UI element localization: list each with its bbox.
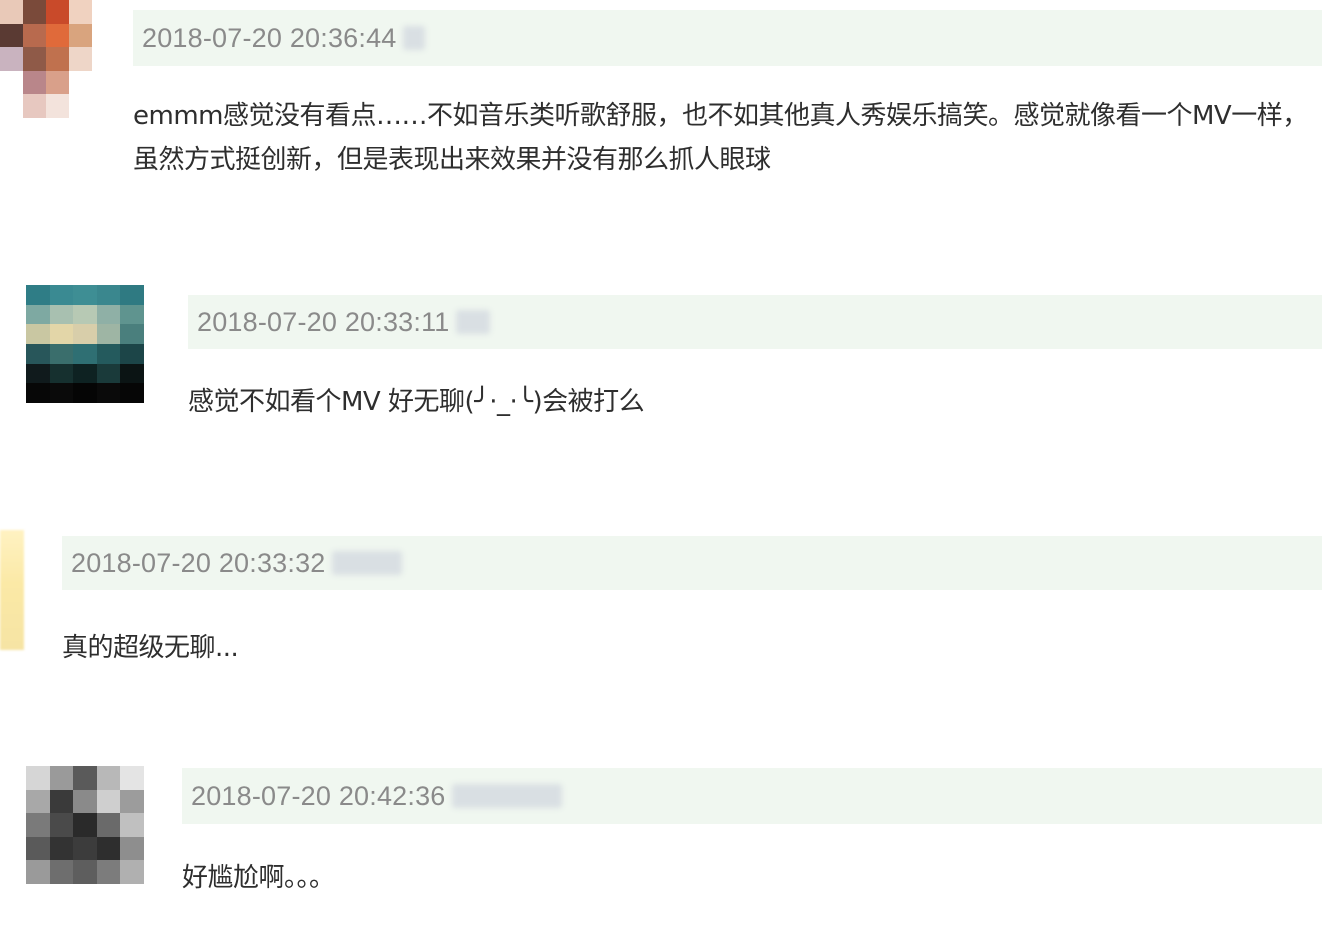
avatar[interactable]: [26, 766, 144, 884]
comment-timestamp: 2018-07-20 20:33:11: [197, 306, 450, 337]
comment-text: 真的超级无聊...: [62, 633, 239, 663]
comment-header: 2018-07-20 20:36:44: [133, 10, 1322, 66]
username-blurred[interactable]: [331, 551, 402, 575]
comment-text: emmm感觉没有看点……不如音乐类听歌舒服，也不如其他真人秀娱乐搞笑。感觉就像看…: [133, 101, 1308, 175]
avatar[interactable]: [26, 285, 144, 403]
comment-timestamp: 2018-07-20 20:42:36: [191, 780, 446, 811]
comment-header: 2018-07-20 20:42:36: [182, 768, 1322, 824]
username-blurred[interactable]: [402, 26, 425, 50]
avatar-edge: [0, 530, 24, 650]
username-blurred[interactable]: [451, 784, 562, 808]
comment-timestamp: 2018-07-20 20:36:44: [142, 22, 397, 53]
avatar[interactable]: [0, 0, 92, 118]
comment-text: 感觉不如看个MV 好无聊(╯·_·╰)会被打么: [188, 387, 645, 417]
comment-text: 好尴尬啊。。。: [182, 863, 335, 893]
comment-header: 2018-07-20 20:33:11: [188, 295, 1322, 349]
comment-header: 2018-07-20 20:33:32: [62, 536, 1322, 590]
comment-timestamp: 2018-07-20 20:33:32: [71, 547, 326, 578]
username-blurred[interactable]: [455, 310, 490, 334]
